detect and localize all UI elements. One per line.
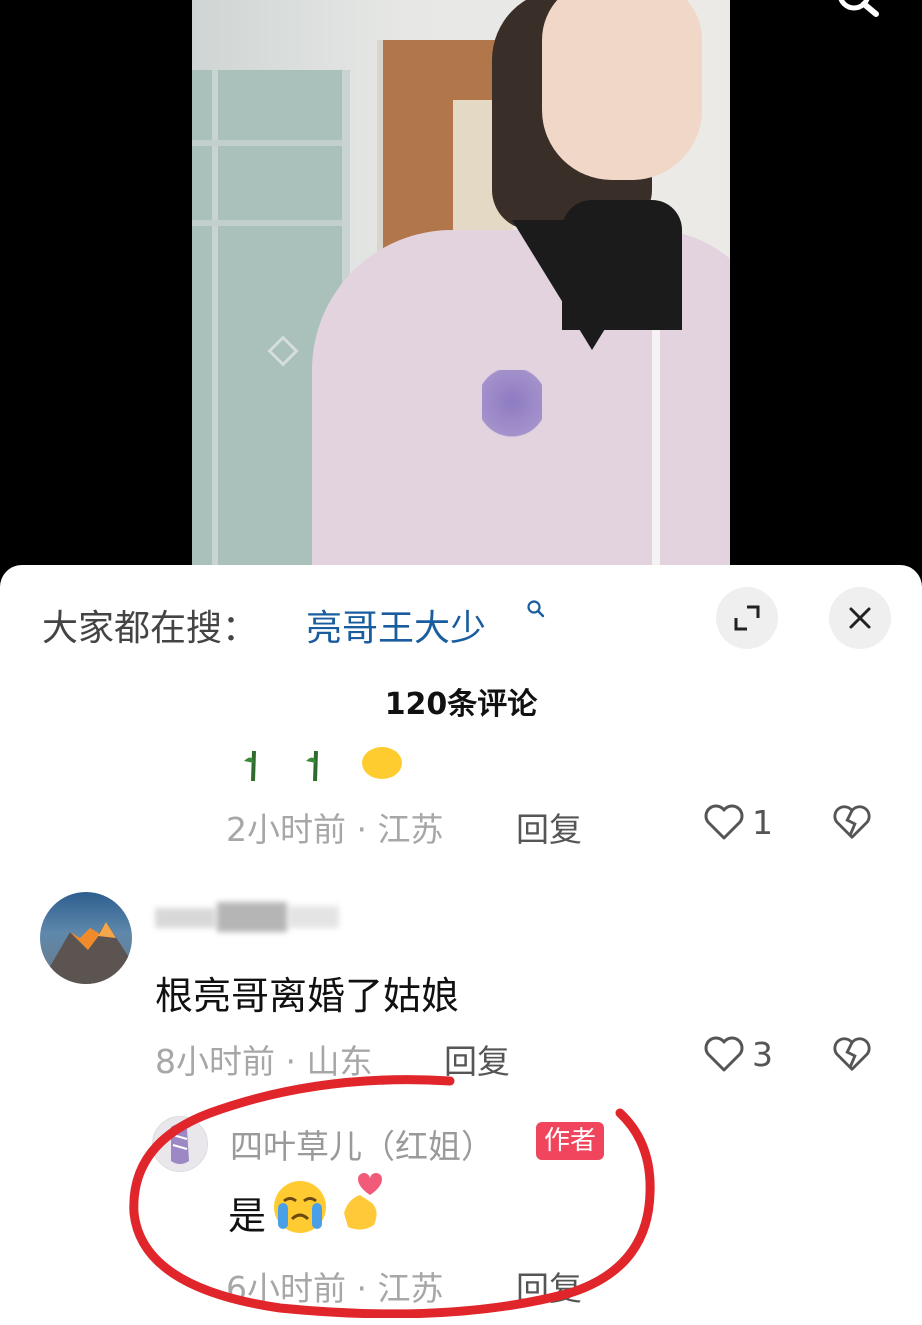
close-button[interactable] [829, 587, 891, 649]
hand-emoji [362, 747, 402, 779]
mountain-avatar [40, 922, 132, 984]
user-avatar[interactable] [40, 892, 132, 984]
comment-meta: 2小时前 · 江苏 [226, 810, 444, 849]
hot-search-label: 大家都在搜： [42, 608, 259, 649]
rose-emoji [244, 750, 256, 782]
wardrobe-seam [212, 70, 218, 600]
comments-count: 120条评论 [384, 687, 538, 722]
dislike-icon[interactable] [832, 802, 872, 842]
expand-button[interactable] [716, 587, 778, 649]
video-frame [192, 0, 730, 600]
expand-icon [734, 605, 760, 631]
like-count: 3 [752, 1035, 773, 1074]
person [272, 0, 730, 600]
video-player[interactable] [0, 0, 922, 600]
heart-icon[interactable] [703, 802, 745, 842]
rose-emoji [306, 750, 318, 782]
comment-panel: 大家都在搜： 亮哥王大少 120条评论 2小时前 · 江苏 回复 1 根亮哥离婚… [0, 565, 922, 1325]
reply-button[interactable]: 回复 [516, 803, 582, 851]
comment-text: 根亮哥离婚了姑娘 [155, 974, 460, 1018]
coat-zip [652, 310, 660, 600]
hot-search-link[interactable]: 亮哥王大少 [306, 599, 486, 651]
person-face [542, 0, 702, 180]
heart-icon[interactable] [703, 1034, 745, 1074]
like-count: 1 [752, 803, 773, 842]
search-icon[interactable] [526, 599, 546, 623]
search-icon[interactable] [830, 0, 882, 30]
person-neck [562, 200, 682, 330]
dislike-icon[interactable] [832, 1034, 872, 1074]
grape-brooch [482, 370, 542, 450]
highlight-circle [129, 1075, 655, 1318]
blurred-username[interactable] [155, 898, 345, 936]
close-icon [849, 607, 871, 629]
